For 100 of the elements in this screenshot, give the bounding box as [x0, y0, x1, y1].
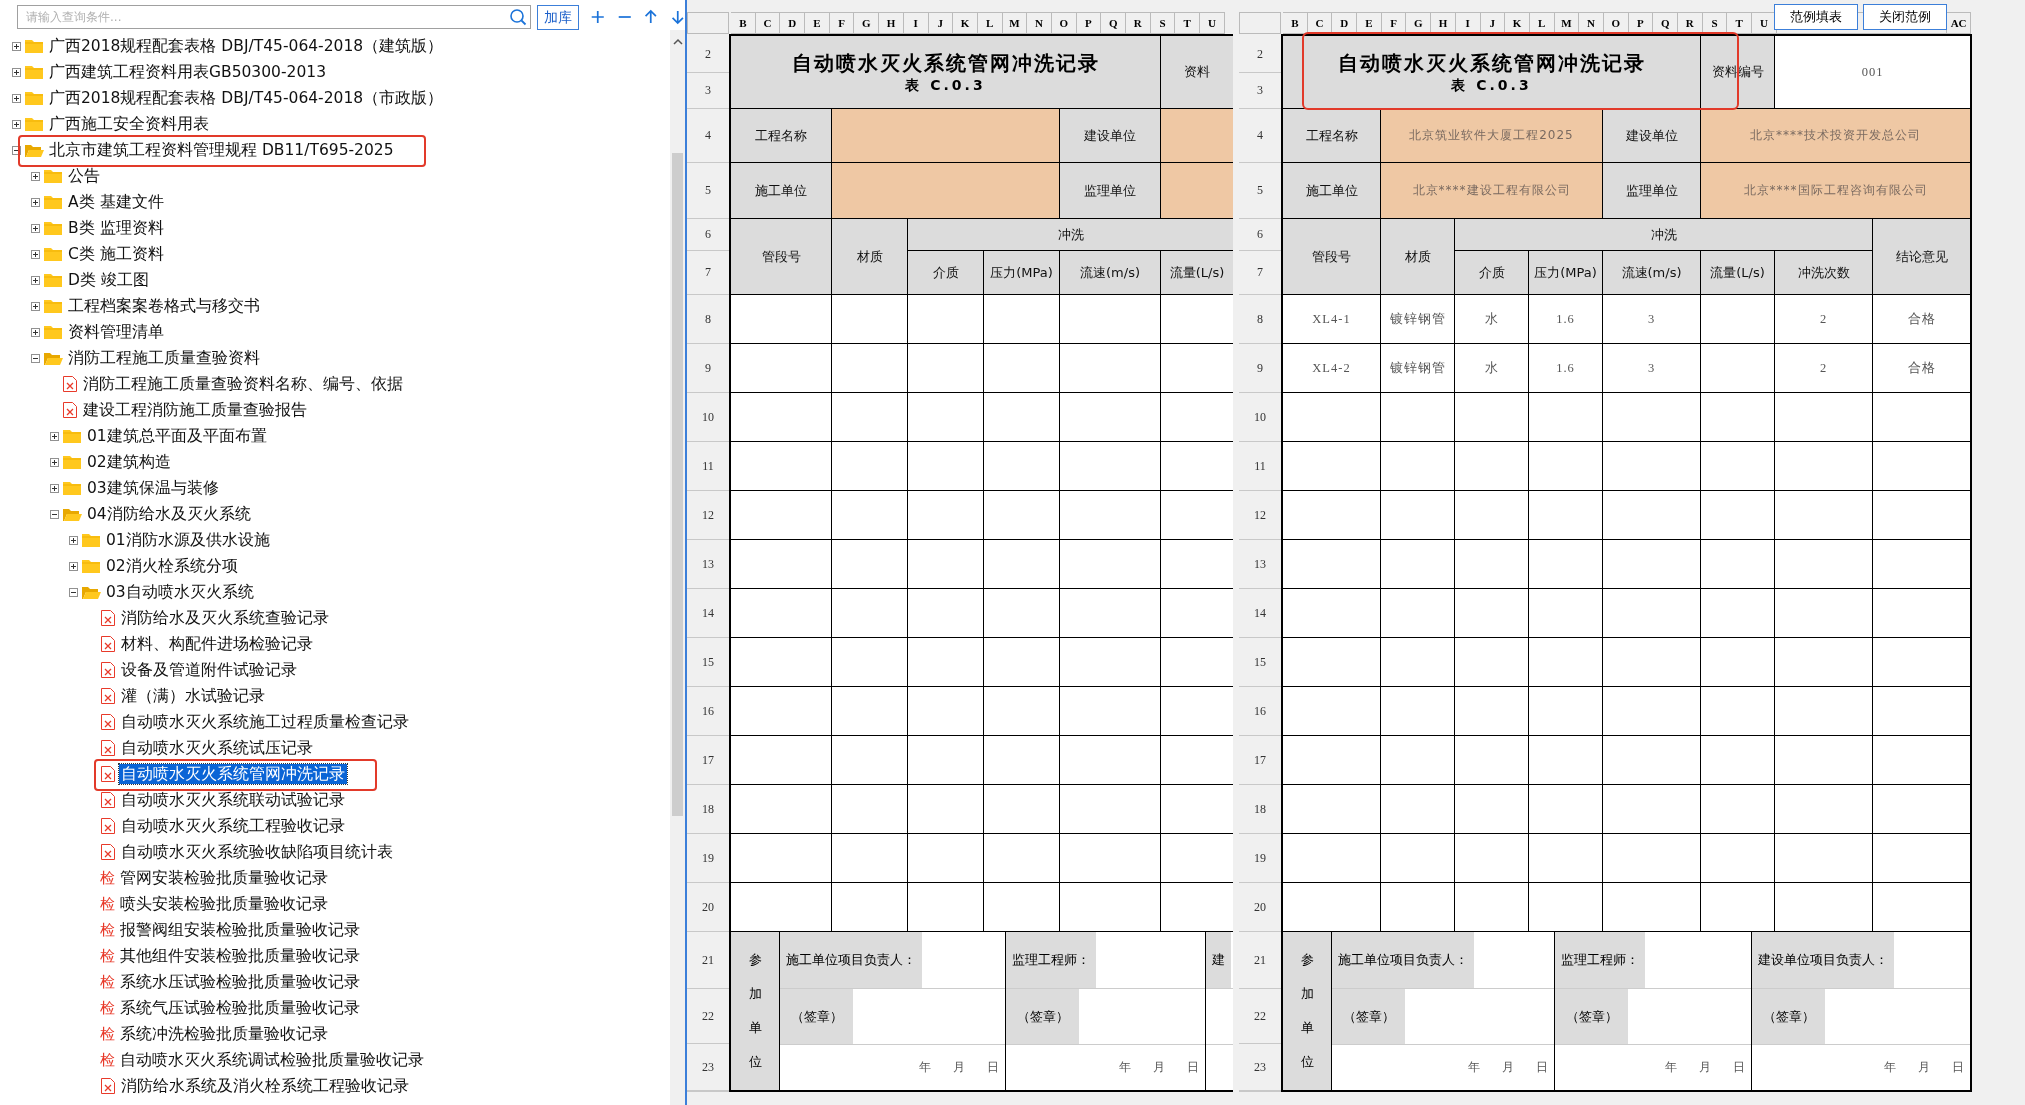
tree-item[interactable]: 管网安装检验批质量验收记录 [118, 868, 330, 888]
tree-item[interactable]: A类 基建文件 [66, 192, 166, 212]
tree-item[interactable]: 04消防给水及灭火系统 [85, 504, 253, 524]
sample-fill-button[interactable]: 范例填表 [1774, 4, 1858, 30]
tree-item[interactable]: 自动喷水灭火系统调试检验批质量验收记录 [118, 1050, 426, 1070]
tree-item[interactable]: 资料管理清单 [66, 322, 166, 342]
tree-item[interactable]: 喷头安装检验批质量验收记录 [118, 894, 330, 914]
tree-item[interactable]: 北京市建筑工程资料管理规程 DB11/T695-2025 [47, 140, 396, 160]
tree-item[interactable]: 系统冲洗检验批质量验收记录 [118, 1024, 330, 1044]
expand-icon[interactable] [50, 457, 59, 467]
arrow-up-icon[interactable] [643, 8, 659, 26]
folder-icon [43, 246, 63, 262]
expand-icon[interactable] [12, 67, 21, 77]
collapse-icon[interactable] [12, 145, 21, 155]
tree-item[interactable]: 消防工程施工质量查验资料名称、编号、依据 [81, 374, 405, 394]
tree-item[interactable]: 自动喷水灭火系统联动试验记录 [119, 790, 347, 810]
tree-item[interactable]: 建设工程消防施工质量查验报告 [81, 400, 309, 420]
tree-item[interactable]: D类 竣工图 [66, 270, 151, 290]
tree-item[interactable]: 消防工程施工质量查验资料 [66, 348, 262, 368]
row-number: 10 [1239, 393, 1281, 441]
scrollbar-track[interactable] [670, 30, 685, 1105]
form-type-label: 检 [100, 869, 115, 887]
folder-icon [81, 532, 101, 548]
row-number: 15 [1239, 638, 1281, 686]
collapse-icon[interactable] [50, 509, 59, 519]
tree-item[interactable]: 广西施工安全资料用表 [47, 114, 211, 134]
expand-icon[interactable] [12, 93, 21, 103]
tree-item[interactable]: 广西建筑工程资料用表GB50300-2013 [47, 62, 328, 82]
field-label: 监理单位 [1060, 163, 1160, 218]
expand-icon[interactable] [50, 483, 59, 493]
column-header: 流量(L/s) [1161, 251, 1233, 294]
search-field[interactable]: 请输入查询条件... [17, 5, 531, 29]
form-type-label: 检 [100, 921, 115, 939]
column-header: 管段号 [1283, 219, 1380, 294]
scroll-thumb[interactable] [672, 153, 683, 816]
column-header: 流速(m/s) [1060, 251, 1160, 294]
search-icon[interactable] [509, 8, 527, 26]
plus-icon[interactable] [590, 8, 606, 26]
tree-item[interactable]: 灌（满）水试验记录 [119, 686, 267, 706]
arrow-down-icon[interactable] [669, 8, 685, 26]
tree-item[interactable]: 自动喷水灭火系统管网冲洗记录 [119, 764, 347, 784]
expand-icon[interactable] [31, 275, 40, 285]
tree-item[interactable]: 自动喷水灭火系统验收缺陷项目统计表 [119, 842, 395, 862]
x-file-icon [100, 739, 116, 757]
signature-label: 施工单位项目负责人： [780, 932, 922, 988]
expand-icon[interactable] [31, 223, 40, 233]
field-label: 工程名称 [731, 109, 831, 162]
table-cell: 2 [1775, 344, 1872, 392]
caret-up-icon[interactable] [672, 38, 683, 46]
row-number: 10 [687, 393, 729, 441]
tree-item[interactable]: 设备及管道附件试验记录 [119, 660, 299, 680]
tree-item[interactable]: 系统气压试验检验批质量验收记录 [118, 998, 362, 1018]
column-letter: N [1027, 12, 1052, 34]
expand-icon[interactable] [31, 171, 40, 181]
row-number: 7 [687, 251, 729, 294]
tree-item[interactable]: 消防给水系统及消火栓系统工程验收记录 [119, 1076, 411, 1096]
close-sample-button[interactable]: 关闭范例 [1863, 4, 1947, 30]
tree-item[interactable]: 材料、构配件进场检验记录 [119, 634, 315, 654]
row-number: 2 [1239, 36, 1281, 72]
tree-item[interactable]: 02消火栓系统分项 [104, 556, 240, 576]
field-value [1161, 163, 1233, 218]
expand-icon[interactable] [12, 41, 21, 51]
tree-item[interactable]: B类 监理资料 [66, 218, 166, 238]
expand-icon[interactable] [31, 301, 40, 311]
tree-item[interactable]: 工程档案案卷格式与移交书 [66, 296, 262, 316]
tree-item[interactable]: 消防给水及灭火系统查验记录 [119, 608, 331, 628]
tree-item[interactable]: 其他组件安装检验批质量验收记录 [118, 946, 362, 966]
add-library-button[interactable]: 加库 [537, 4, 579, 30]
x-file-icon [100, 609, 116, 627]
tree-item[interactable]: 01消防水源及供水设施 [104, 530, 272, 550]
tree-item[interactable]: 01建筑总平面及平面布置 [85, 426, 269, 446]
column-letter: Q [1653, 12, 1678, 34]
tree-item[interactable]: 报警阀组安装检验批质量验收记录 [118, 920, 362, 940]
folder-icon [24, 116, 44, 132]
expand-icon[interactable] [69, 561, 78, 571]
tree-item[interactable]: 公告 [66, 166, 102, 186]
expand-icon[interactable] [31, 327, 40, 337]
expand-icon[interactable] [69, 535, 78, 545]
table-cell [1161, 442, 1233, 490]
date-label: 年 [919, 1059, 931, 1076]
tree-item[interactable]: 系统水压试验检验批质量验收记录 [118, 972, 362, 992]
tree-item[interactable]: 广西2018规程配套表格 DBJ/T45-064-2018（市政版） [47, 88, 446, 108]
expand-icon[interactable] [31, 249, 40, 259]
table-cell: 水 [1455, 344, 1528, 392]
tree-item[interactable]: C类 施工资料 [66, 244, 166, 264]
tree-item[interactable]: 自动喷水灭火系统施工过程质量检查记录 [119, 712, 411, 732]
tree-item[interactable]: 广西2018规程配套表格 DBJ/T45-064-2018（建筑版） [47, 36, 446, 56]
expand-icon[interactable] [12, 119, 21, 129]
column-letter: P [1076, 12, 1102, 34]
tree-item[interactable]: 自动喷水灭火系统试压记录 [119, 738, 315, 758]
row-number: 12 [1239, 491, 1281, 539]
collapse-icon[interactable] [69, 587, 78, 597]
tree-item[interactable]: 03自动喷水灭火系统 [104, 582, 256, 602]
tree-item[interactable]: 03建筑保温与装修 [85, 478, 221, 498]
row-number: 13 [1239, 540, 1281, 588]
tree-item[interactable]: 02建筑构造 [85, 452, 173, 472]
collapse-icon[interactable] [31, 353, 40, 363]
expand-icon[interactable] [31, 197, 40, 207]
tree-item[interactable]: 自动喷水灭火系统工程验收记录 [119, 816, 347, 836]
expand-icon[interactable] [50, 431, 59, 441]
